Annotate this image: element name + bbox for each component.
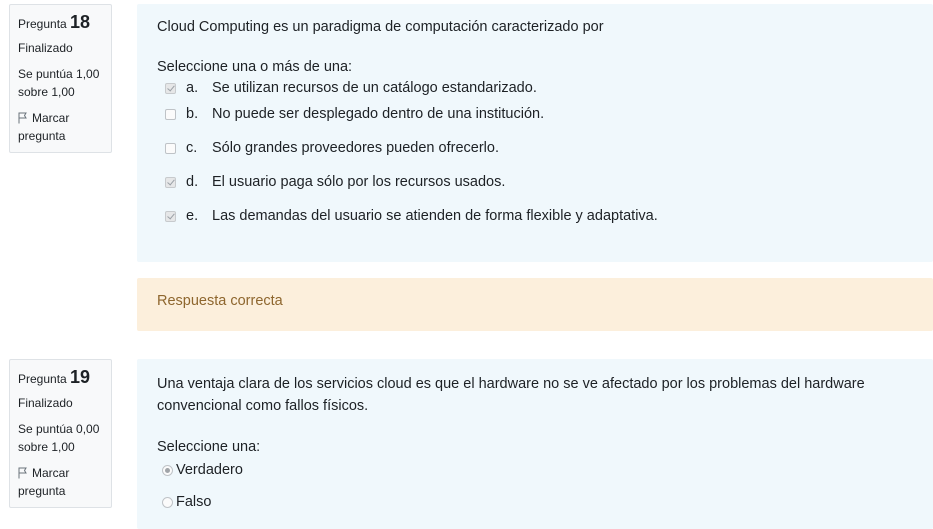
answer-letter: c.	[186, 140, 198, 156]
flag-label-2: pregunta	[18, 129, 66, 143]
question-number: 19	[70, 367, 91, 387]
question-state: Finalizado	[18, 41, 73, 55]
question-text-line-2: convencional como fallos físicos.	[157, 398, 369, 414]
checkbox[interactable]	[165, 176, 176, 188]
answer-option-true[interactable]: Verdadero	[157, 459, 913, 481]
question-grade: Se puntúa 0,00 sobre 1,00	[18, 420, 103, 456]
question-state: Finalizado	[18, 396, 73, 410]
answer-option-d[interactable]: d. El usuario paga sólo por los recursos…	[157, 171, 913, 193]
question-formulation: Una ventaja clara de los servicios cloud…	[137, 359, 933, 529]
question-text: Una ventaja clara de los servicios cloud…	[157, 373, 913, 417]
answer-text: El usuario paga sólo por los recursos us…	[212, 174, 506, 190]
checkbox[interactable]	[165, 82, 176, 94]
answer-letter: e.	[186, 208, 199, 224]
answer-text: No puede ser desplegado dentro de una in…	[212, 106, 545, 122]
answer-option-e[interactable]: e. Las demandas del usuario se atienden …	[157, 205, 913, 227]
question-label: Pregunta	[18, 372, 67, 386]
answer-prompt: Seleccione una:	[157, 439, 261, 455]
answer-option-b[interactable]: b. No puede ser desplegado dentro de una…	[157, 103, 913, 125]
answer-list: a. Se utilizan recursos de un catálogo e…	[157, 77, 913, 227]
answer-option-false[interactable]: Falso	[157, 491, 913, 513]
question-number: 18	[70, 12, 91, 32]
answer-text: Se utilizan recursos de un catálogo esta…	[212, 80, 537, 96]
flag-icon	[18, 467, 27, 479]
flag-icon	[18, 112, 27, 124]
radio-button[interactable]	[162, 464, 173, 476]
answer-letter: d.	[186, 174, 199, 190]
checkbox[interactable]	[165, 142, 176, 154]
question-number-row: Pregunta 19	[18, 367, 103, 389]
answer-text: Las demandas del usuario se atienden de …	[212, 208, 658, 224]
grade-line-1: Se puntúa 0,00	[18, 422, 100, 436]
question-label: Pregunta	[18, 17, 67, 31]
flag-question-button[interactable]: Marcar pregunta	[18, 109, 103, 145]
grade-line-2: sobre 1,00	[18, 85, 75, 99]
grade-line-2: sobre 1,00	[18, 440, 75, 454]
answer-list: Verdadero Falso	[157, 459, 913, 513]
question-info: Pregunta 18 Finalizado Se puntúa 1,00 so…	[9, 4, 112, 153]
flag-question-button[interactable]: Marcar pregunta	[18, 464, 103, 500]
feedback-box: Respuesta correcta	[137, 278, 933, 331]
radio-button[interactable]	[162, 496, 173, 508]
question-text-line-1: Una ventaja clara de los servicios cloud…	[157, 376, 865, 392]
answer-text: Verdadero	[176, 462, 243, 478]
question-number-row: Pregunta 18	[18, 12, 103, 34]
flag-label-1: Marcar	[32, 466, 70, 480]
question-text: Cloud Computing es un paradigma de compu…	[157, 19, 604, 35]
flag-label-2: pregunta	[18, 484, 66, 498]
answer-option-a[interactable]: a. Se utilizan recursos de un catálogo e…	[157, 77, 913, 99]
answer-prompt: Seleccione una o más de una:	[157, 59, 353, 75]
answer-text: Falso	[176, 494, 212, 510]
checkbox[interactable]	[165, 108, 176, 120]
question-formulation: Cloud Computing es un paradigma de compu…	[137, 4, 933, 262]
checkbox[interactable]	[165, 210, 176, 222]
flag-label-1: Marcar	[32, 111, 70, 125]
answer-option-c[interactable]: c. Sólo grandes proveedores pueden ofrec…	[157, 137, 913, 159]
answer-text: Sólo grandes proveedores pueden ofrecerl…	[212, 140, 499, 156]
grade-line-1: Se puntúa 1,00	[18, 67, 100, 81]
answer-letter: b.	[186, 106, 199, 122]
feedback-text: Respuesta correcta	[157, 293, 283, 309]
question-info: Pregunta 19 Finalizado Se puntúa 0,00 so…	[9, 359, 112, 508]
question-grade: Se puntúa 1,00 sobre 1,00	[18, 65, 103, 101]
answer-letter: a.	[186, 80, 199, 96]
